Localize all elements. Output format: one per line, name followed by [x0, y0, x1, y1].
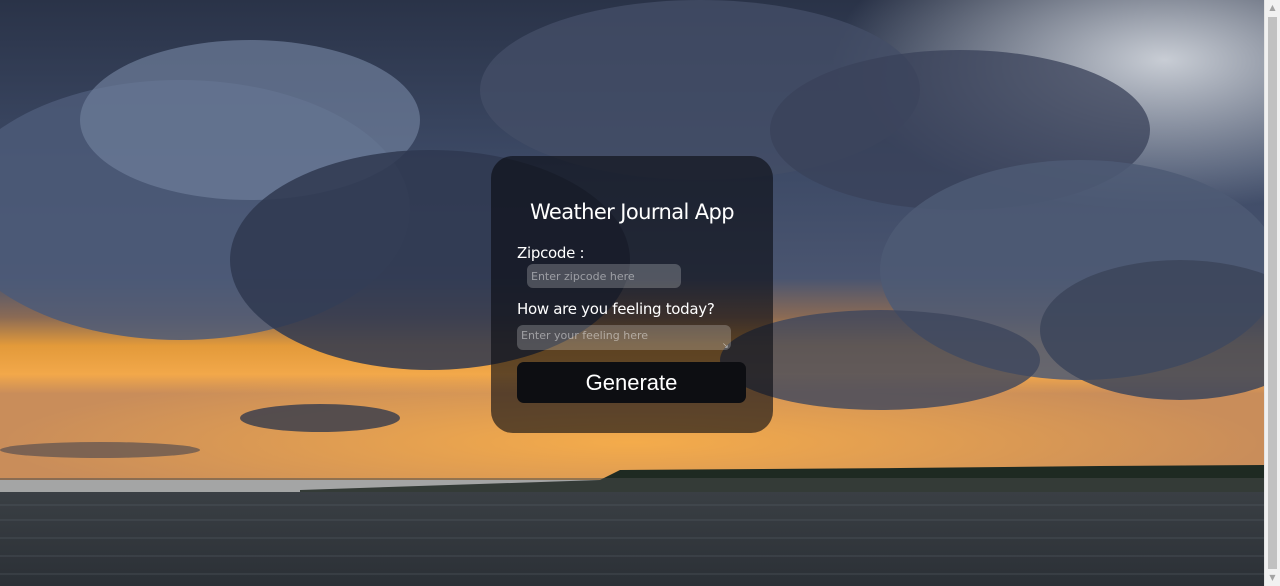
- app-title: Weather Journal App: [529, 200, 735, 224]
- journal-card: Weather Journal App Zipcode : How are yo…: [491, 156, 773, 433]
- vertical-scrollbar[interactable]: ▲ ▼: [1264, 0, 1280, 586]
- zipcode-input[interactable]: [527, 264, 681, 288]
- feeling-label: How are you feeling today?: [517, 300, 715, 318]
- generate-button[interactable]: Generate: [517, 362, 746, 403]
- feeling-textarea[interactable]: [517, 325, 731, 350]
- resize-grip-icon[interactable]: ↘: [722, 342, 730, 350]
- scrollbar-thumb[interactable]: [1268, 17, 1277, 569]
- scroll-down-arrow-icon[interactable]: ▼: [1265, 570, 1280, 586]
- zipcode-label: Zipcode :: [517, 244, 585, 262]
- scroll-up-arrow-icon[interactable]: ▲: [1265, 0, 1280, 16]
- page: ▲ ▼ Weather Journal App Zipcode : How ar…: [0, 0, 1280, 586]
